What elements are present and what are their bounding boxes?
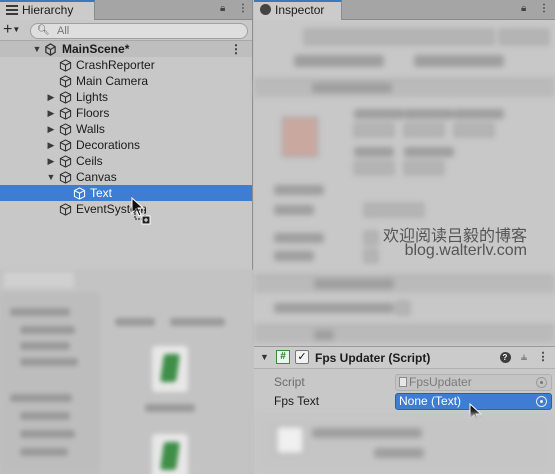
- scene-name: MainScene*: [62, 42, 130, 56]
- gameobject-cube-icon: [59, 75, 72, 88]
- expand-arrow-icon[interactable]: ▼: [46, 169, 56, 185]
- hierarchy-tabbar: Hierarchy 🔒︎ ⋮: [0, 0, 252, 20]
- script-label: Script: [274, 375, 305, 389]
- preset-sliders-icon[interactable]: ⫨: [517, 350, 531, 364]
- hierarchy-item-label: Ceils: [76, 154, 103, 168]
- hierarchy-list-icon: [6, 5, 18, 15]
- hierarchy-item-walls[interactable]: ▶ Walls: [0, 121, 252, 137]
- plus-icon: +: [3, 21, 13, 38]
- component-title: Fps Updater (Script): [315, 351, 431, 365]
- gameobject-cube-icon: [59, 123, 72, 136]
- collapse-arrow-icon[interactable]: ▶: [46, 121, 56, 137]
- hierarchy-tab[interactable]: Hierarchy: [0, 0, 95, 20]
- create-button[interactable]: +▼: [3, 22, 29, 40]
- hierarchy-item-canvas[interactable]: ▼ Canvas: [0, 169, 252, 185]
- script-field: FpsUpdater: [395, 374, 552, 391]
- hierarchy-item-floors[interactable]: ▶ Floors: [0, 105, 252, 121]
- hierarchy-item-label: Lights: [76, 90, 109, 104]
- gameobject-cube-icon: [59, 171, 72, 184]
- hierarchy-search[interactable]: 🔍︎: [30, 23, 248, 39]
- hierarchy-item-label: Main Camera: [76, 74, 149, 88]
- script-icon: #: [276, 350, 290, 364]
- hierarchy-tree: ▼ MainScene* ⋮ CrashReporter Main Camera ▶…: [0, 41, 252, 217]
- search-input[interactable]: [57, 25, 237, 37]
- collapse-arrow-icon[interactable]: ▶: [46, 105, 56, 121]
- hierarchy-item-text[interactable]: Text: [0, 185, 252, 201]
- lock-icon[interactable]: 🔒︎: [220, 3, 225, 14]
- hierarchy-item-label: Walls: [76, 122, 105, 136]
- drag-cursor-icon: [131, 197, 151, 225]
- hierarchy-item-label: Canvas: [76, 170, 117, 184]
- scene-row[interactable]: ▼ MainScene* ⋮: [0, 41, 252, 57]
- hierarchy-item-eventsystem[interactable]: EventSystem: [0, 201, 252, 217]
- help-icon[interactable]: ?: [498, 350, 512, 364]
- gameobject-cube-icon: [73, 187, 86, 200]
- hierarchy-item-label: Text: [90, 186, 113, 200]
- fps-text-value: None (Text): [399, 394, 462, 408]
- chevron-down-icon: ▼: [12, 25, 21, 34]
- gameobject-cube-icon: [59, 59, 72, 72]
- hierarchy-item-crashreporter[interactable]: CrashReporter: [0, 57, 252, 73]
- gameobject-cube-icon: [59, 107, 72, 120]
- component-header[interactable]: ▼ # ✓ Fps Updater (Script) ? ⫨ ⋮: [254, 347, 555, 369]
- inspector-panel: Inspector 🔒︎ ⋮ 欢迎阅读吕毅的博客 blog.walterlv.c…: [254, 0, 555, 474]
- collapse-arrow-icon[interactable]: ▶: [46, 89, 56, 105]
- fps-text-label: Fps Text: [274, 394, 320, 408]
- gameobject-cube-icon: [59, 139, 72, 152]
- hierarchy-item-label: Decorations: [76, 138, 141, 152]
- expand-arrow-icon[interactable]: ▼: [260, 352, 269, 362]
- object-picker-icon[interactable]: [536, 396, 547, 407]
- collapse-arrow-icon[interactable]: ▶: [46, 153, 56, 169]
- gameobject-cube-icon: [59, 203, 72, 216]
- hierarchy-item-decorations[interactable]: ▶ Decorations: [0, 137, 252, 153]
- script-field-value: FpsUpdater: [409, 375, 472, 389]
- hierarchy-item-label: CrashReporter: [76, 58, 155, 72]
- hierarchy-item-lights[interactable]: ▶ Lights: [0, 89, 252, 105]
- hierarchy-panel: Hierarchy 🔒︎ ⋮ +▼ 🔍︎ ▼ MainScene* ⋮ Cras…: [0, 0, 253, 270]
- fps-updater-component: ▼ # ✓ Fps Updater (Script) ? ⫨ ⋮ Script …: [254, 346, 555, 427]
- expand-arrow-icon[interactable]: ▼: [32, 41, 42, 57]
- gameobject-cube-icon: [59, 155, 72, 168]
- unity-scene-icon: [45, 43, 56, 56]
- component-enabled-checkbox[interactable]: ✓: [295, 350, 309, 364]
- scene-menu-icon[interactable]: ⋮: [230, 41, 242, 57]
- hierarchy-item-ceils[interactable]: ▶ Ceils: [0, 153, 252, 169]
- script-file-icon: [399, 377, 407, 387]
- object-picker-icon: [536, 377, 547, 388]
- collapse-arrow-icon[interactable]: ▶: [46, 137, 56, 153]
- search-icon: 🔍︎: [37, 25, 50, 36]
- hierarchy-toolbar: +▼ 🔍︎: [0, 21, 252, 41]
- inspector-bottom-blurred: [254, 414, 555, 474]
- hierarchy-item-main-camera[interactable]: Main Camera: [0, 73, 252, 89]
- kebab-menu-icon[interactable]: ⋮: [238, 3, 248, 14]
- gameobject-cube-icon: [59, 91, 72, 104]
- hierarchy-tab-title: Hierarchy: [22, 3, 74, 17]
- hierarchy-item-label: Floors: [76, 106, 110, 120]
- watermark-line2: blog.walterlv.com: [404, 242, 527, 259]
- project-panel-blurred: [0, 270, 253, 474]
- component-menu-icon[interactable]: ⋮: [536, 350, 550, 364]
